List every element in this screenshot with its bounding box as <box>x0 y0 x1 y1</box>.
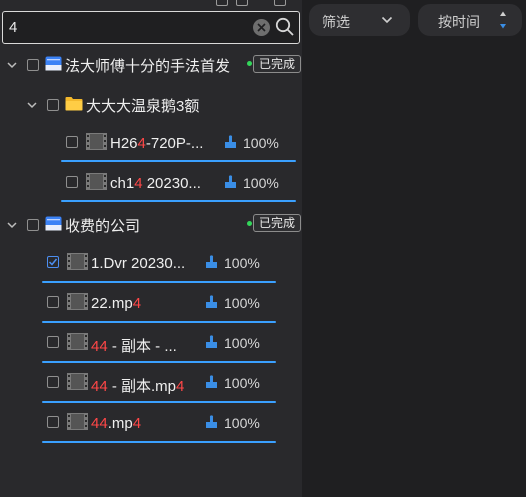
row-underline <box>61 200 296 202</box>
group-title: 收费的公司 <box>65 218 141 235</box>
file-checkbox-checked[interactable] <box>47 256 59 268</box>
sort-dropdown[interactable]: 按时间 <box>418 4 522 36</box>
clear-search-icon[interactable] <box>253 19 270 36</box>
file-checkbox[interactable] <box>66 136 78 148</box>
toolbar-icon[interactable] <box>236 0 248 6</box>
file-name: H264-720P-... <box>110 135 204 152</box>
file-checkbox[interactable] <box>47 336 59 348</box>
convert-icon[interactable] <box>204 415 218 429</box>
status-dot <box>247 61 252 66</box>
progress-text: 100% <box>243 175 279 191</box>
top-toolbar-fragment <box>0 0 302 6</box>
filter-label: 筛选 <box>322 14 350 30</box>
progress-text: 100% <box>243 135 279 151</box>
convert-icon[interactable] <box>204 295 218 309</box>
file-name: 44.mp4 <box>91 415 142 432</box>
progress-text: 100% <box>224 415 260 431</box>
group-checkbox[interactable] <box>27 59 39 71</box>
folder-title: 大大大温泉鹅3额 <box>86 98 200 115</box>
status-dot <box>247 221 252 226</box>
chevron-down-icon <box>381 16 393 24</box>
chevron-down-icon[interactable] <box>6 219 18 231</box>
file-name: 1.Dvr 20230... <box>91 255 186 272</box>
folder-icon <box>65 97 83 111</box>
search-box <box>2 11 300 44</box>
check-icon <box>48 258 58 266</box>
chevron-down-icon[interactable] <box>26 99 38 111</box>
file-name: 44 - 副本 - ... <box>91 338 177 355</box>
right-panel: 筛选 按时间 <box>302 0 526 497</box>
sort-label: 按时间 <box>438 14 480 30</box>
video-file-icon <box>86 133 107 150</box>
group-checkbox[interactable] <box>27 219 39 231</box>
search-input[interactable] <box>9 17 245 38</box>
video-file-icon <box>67 293 88 310</box>
convert-icon[interactable] <box>223 175 237 189</box>
sort-order-icon[interactable] <box>499 9 507 31</box>
convert-icon[interactable] <box>204 375 218 389</box>
progress-text: 100% <box>224 255 260 271</box>
file-name: ch14 20230... <box>110 175 201 192</box>
convert-icon[interactable] <box>204 255 218 269</box>
folder-checkbox[interactable] <box>47 99 59 111</box>
video-file-icon <box>67 333 88 350</box>
file-checkbox[interactable] <box>47 296 59 308</box>
file-checkbox[interactable] <box>66 176 78 188</box>
row-underline <box>61 160 296 162</box>
file-name: 44 - 副本.mp4 <box>91 378 185 395</box>
file-checkbox[interactable] <box>47 416 59 428</box>
convert-icon[interactable] <box>223 135 237 149</box>
toolbar-icon[interactable] <box>274 0 286 6</box>
drive-icon <box>45 56 62 71</box>
video-file-icon <box>86 173 107 190</box>
progress-text: 100% <box>224 295 260 311</box>
status-badge: 已完成 <box>253 214 302 232</box>
convert-icon[interactable] <box>204 335 218 349</box>
video-file-icon <box>67 413 88 430</box>
chevron-down-icon[interactable] <box>6 59 18 71</box>
toolbar-icon[interactable] <box>216 0 228 6</box>
row-underline <box>42 401 276 403</box>
progress-text: 100% <box>224 375 260 391</box>
filter-dropdown[interactable]: 筛选 <box>309 4 410 36</box>
progress-text: 100% <box>224 335 260 351</box>
status-badge: 已完成 <box>253 55 302 73</box>
row-underline <box>42 441 276 443</box>
row-underline <box>42 281 276 283</box>
row-underline <box>42 321 276 323</box>
file-name: 22.mp4 <box>91 295 142 312</box>
row-underline <box>42 361 276 363</box>
file-checkbox[interactable] <box>47 376 59 388</box>
left-panel: 法大师傅十分的手法首发 已完成 大大大温泉鹅3额 H264-720P-... 1… <box>0 0 302 497</box>
group-title: 法大师傅十分的手法首发 <box>65 58 231 75</box>
video-file-icon <box>67 373 88 390</box>
search-icon[interactable] <box>275 17 295 37</box>
drive-icon <box>45 216 62 231</box>
video-file-icon <box>67 253 88 270</box>
